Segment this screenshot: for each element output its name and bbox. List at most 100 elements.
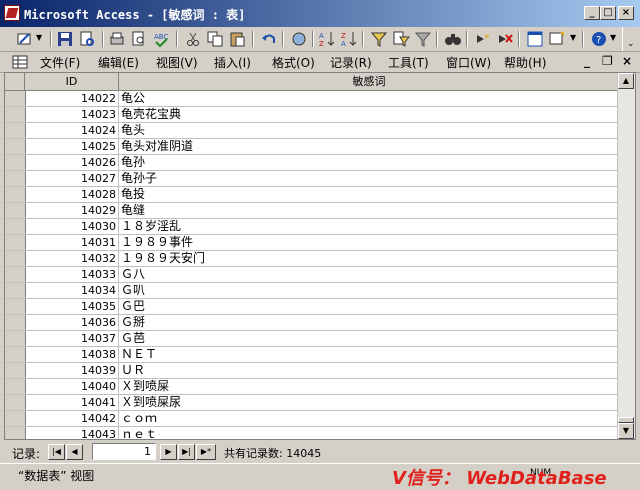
cell-word[interactable]: 龟头对准阴道 (121, 139, 193, 154)
cell-word[interactable]: Ｇ掰 (121, 315, 145, 330)
copy-icon[interactable] (206, 30, 224, 48)
cell-id[interactable]: 14023 (25, 107, 119, 122)
row-selector[interactable] (5, 363, 26, 378)
first-record-button[interactable]: |◀ (48, 444, 65, 460)
cell-word[interactable]: 龟孙 (121, 155, 145, 170)
filter-by-form-icon[interactable] (392, 30, 410, 48)
cell-word[interactable]: １８岁淫乱 (121, 219, 181, 234)
minimize-button[interactable]: _ (584, 6, 600, 20)
cell-word[interactable]: Ｇ叭 (121, 283, 145, 298)
table-row[interactable]: 14042 ｃｏｍ (5, 411, 619, 427)
cell-word[interactable]: Ｘ到喷屎 (121, 379, 169, 394)
column-header-word[interactable]: 敏感词 (119, 73, 619, 90)
cell-id[interactable]: 14031 (25, 235, 119, 250)
table-row[interactable]: 14024 龟头 (5, 123, 619, 139)
doc-restore-button[interactable]: ❐ (602, 54, 613, 68)
cell-word[interactable]: 龟孙子 (121, 171, 157, 186)
table-row[interactable]: 14029 龟缝 (5, 203, 619, 219)
cell-id[interactable]: 14038 (25, 347, 119, 362)
cell-id[interactable]: 14029 (25, 203, 119, 218)
access-app-icon[interactable] (4, 5, 20, 21)
table-row[interactable]: 14040 Ｘ到喷屎 (5, 379, 619, 395)
table-row[interactable]: 14041 Ｘ到喷屎尿 (5, 395, 619, 411)
table-row[interactable]: 14035 Ｇ巴 (5, 299, 619, 315)
table-row[interactable]: 14031 １９８９事件 (5, 235, 619, 251)
view-dropdown-icon[interactable]: ▼ (36, 33, 42, 42)
cell-id[interactable]: 14025 (25, 139, 119, 154)
new-record-nav-button[interactable]: ▶* (196, 444, 216, 460)
row-selector[interactable] (5, 411, 26, 426)
row-selector[interactable] (5, 235, 26, 250)
search-file-icon[interactable] (78, 30, 96, 48)
table-row[interactable]: 14036 Ｇ掰 (5, 315, 619, 331)
next-record-button[interactable]: ▶ (160, 444, 177, 460)
table-row[interactable]: 14026 龟孙 (5, 155, 619, 171)
menu-window[interactable]: 窗口(W) (446, 54, 491, 71)
row-selector[interactable] (5, 251, 26, 266)
doc-close-button[interactable]: × (622, 54, 632, 68)
close-button[interactable]: × (618, 6, 634, 20)
row-selector[interactable] (5, 91, 26, 106)
new-object-dropdown-icon[interactable]: ▼ (570, 33, 576, 42)
cut-icon[interactable] (184, 30, 202, 48)
print-preview-icon[interactable] (130, 30, 148, 48)
cell-id[interactable]: 14035 (25, 299, 119, 314)
cell-word[interactable]: Ｇ八 (121, 267, 145, 282)
vertical-scrollbar[interactable]: ▲ ▼ (617, 73, 635, 439)
row-selector[interactable] (5, 219, 26, 234)
print-icon[interactable] (108, 30, 126, 48)
sort-descending-icon[interactable]: ZA (340, 30, 358, 48)
column-header-id[interactable]: ID (25, 73, 119, 90)
cell-id[interactable]: 14041 (25, 395, 119, 410)
filter-by-selection-icon[interactable] (370, 30, 388, 48)
cell-word[interactable]: １９８９天安门 (121, 251, 205, 266)
row-selector[interactable] (5, 203, 26, 218)
cell-id[interactable]: 14034 (25, 283, 119, 298)
row-selector[interactable] (5, 171, 26, 186)
menu-format[interactable]: 格式(O) (272, 54, 315, 71)
cell-word[interactable]: １９８９事件 (121, 235, 193, 250)
cell-word[interactable]: 龟投 (121, 187, 145, 202)
row-selector[interactable] (5, 107, 26, 122)
spelling-icon[interactable]: ABC (152, 30, 170, 48)
cell-word[interactable]: ｃｏｍ (121, 411, 157, 426)
cell-word[interactable]: 龟缝 (121, 203, 145, 218)
delete-record-icon[interactable] (496, 30, 514, 48)
menu-insert[interactable]: 插入(I) (214, 54, 251, 71)
cell-word[interactable]: ＵＲ (121, 363, 145, 378)
table-row[interactable]: 14027 龟孙子 (5, 171, 619, 187)
cell-id[interactable]: 14037 (25, 331, 119, 346)
table-row[interactable]: 14030 １８岁淫乱 (5, 219, 619, 235)
maximize-button[interactable]: □ (600, 6, 616, 20)
cell-id[interactable]: 14030 (25, 219, 119, 234)
row-selector[interactable] (5, 123, 26, 138)
help-dropdown-icon[interactable]: ▼ (610, 33, 616, 42)
apply-filter-icon[interactable] (414, 30, 432, 48)
current-record-field[interactable]: 1 (92, 443, 156, 460)
scroll-up-button[interactable]: ▲ (618, 73, 634, 89)
row-selector[interactable] (5, 155, 26, 170)
row-selector[interactable] (5, 283, 26, 298)
table-row[interactable]: 14033 Ｇ八 (5, 267, 619, 283)
row-selector[interactable] (5, 379, 26, 394)
row-selector[interactable] (5, 331, 26, 346)
table-row[interactable]: 14034 Ｇ叭 (5, 283, 619, 299)
table-row[interactable]: 14023 龟壳花宝典 (5, 107, 619, 123)
menu-tools[interactable]: 工具(T) (388, 54, 429, 71)
cell-word[interactable]: ＮＥＴ (121, 347, 157, 362)
cell-id[interactable]: 14026 (25, 155, 119, 170)
table-row[interactable]: 14032 １９８９天安门 (5, 251, 619, 267)
menu-help[interactable]: 帮助(H) (504, 54, 546, 71)
cell-id[interactable]: 14039 (25, 363, 119, 378)
find-binoculars-icon[interactable] (444, 30, 462, 48)
cell-word[interactable]: 龟公 (121, 91, 145, 106)
table-row[interactable]: 14038 ＮＥＴ (5, 347, 619, 363)
doc-minimize-button[interactable]: _ (584, 54, 590, 68)
cell-word[interactable]: Ｇ巴 (121, 299, 145, 314)
save-icon[interactable] (56, 30, 74, 48)
previous-record-button[interactable]: ◀ (66, 444, 83, 460)
undo-icon[interactable] (260, 30, 278, 48)
row-selector[interactable] (5, 299, 26, 314)
table-row[interactable]: 14028 龟投 (5, 187, 619, 203)
row-selector[interactable] (5, 395, 26, 410)
